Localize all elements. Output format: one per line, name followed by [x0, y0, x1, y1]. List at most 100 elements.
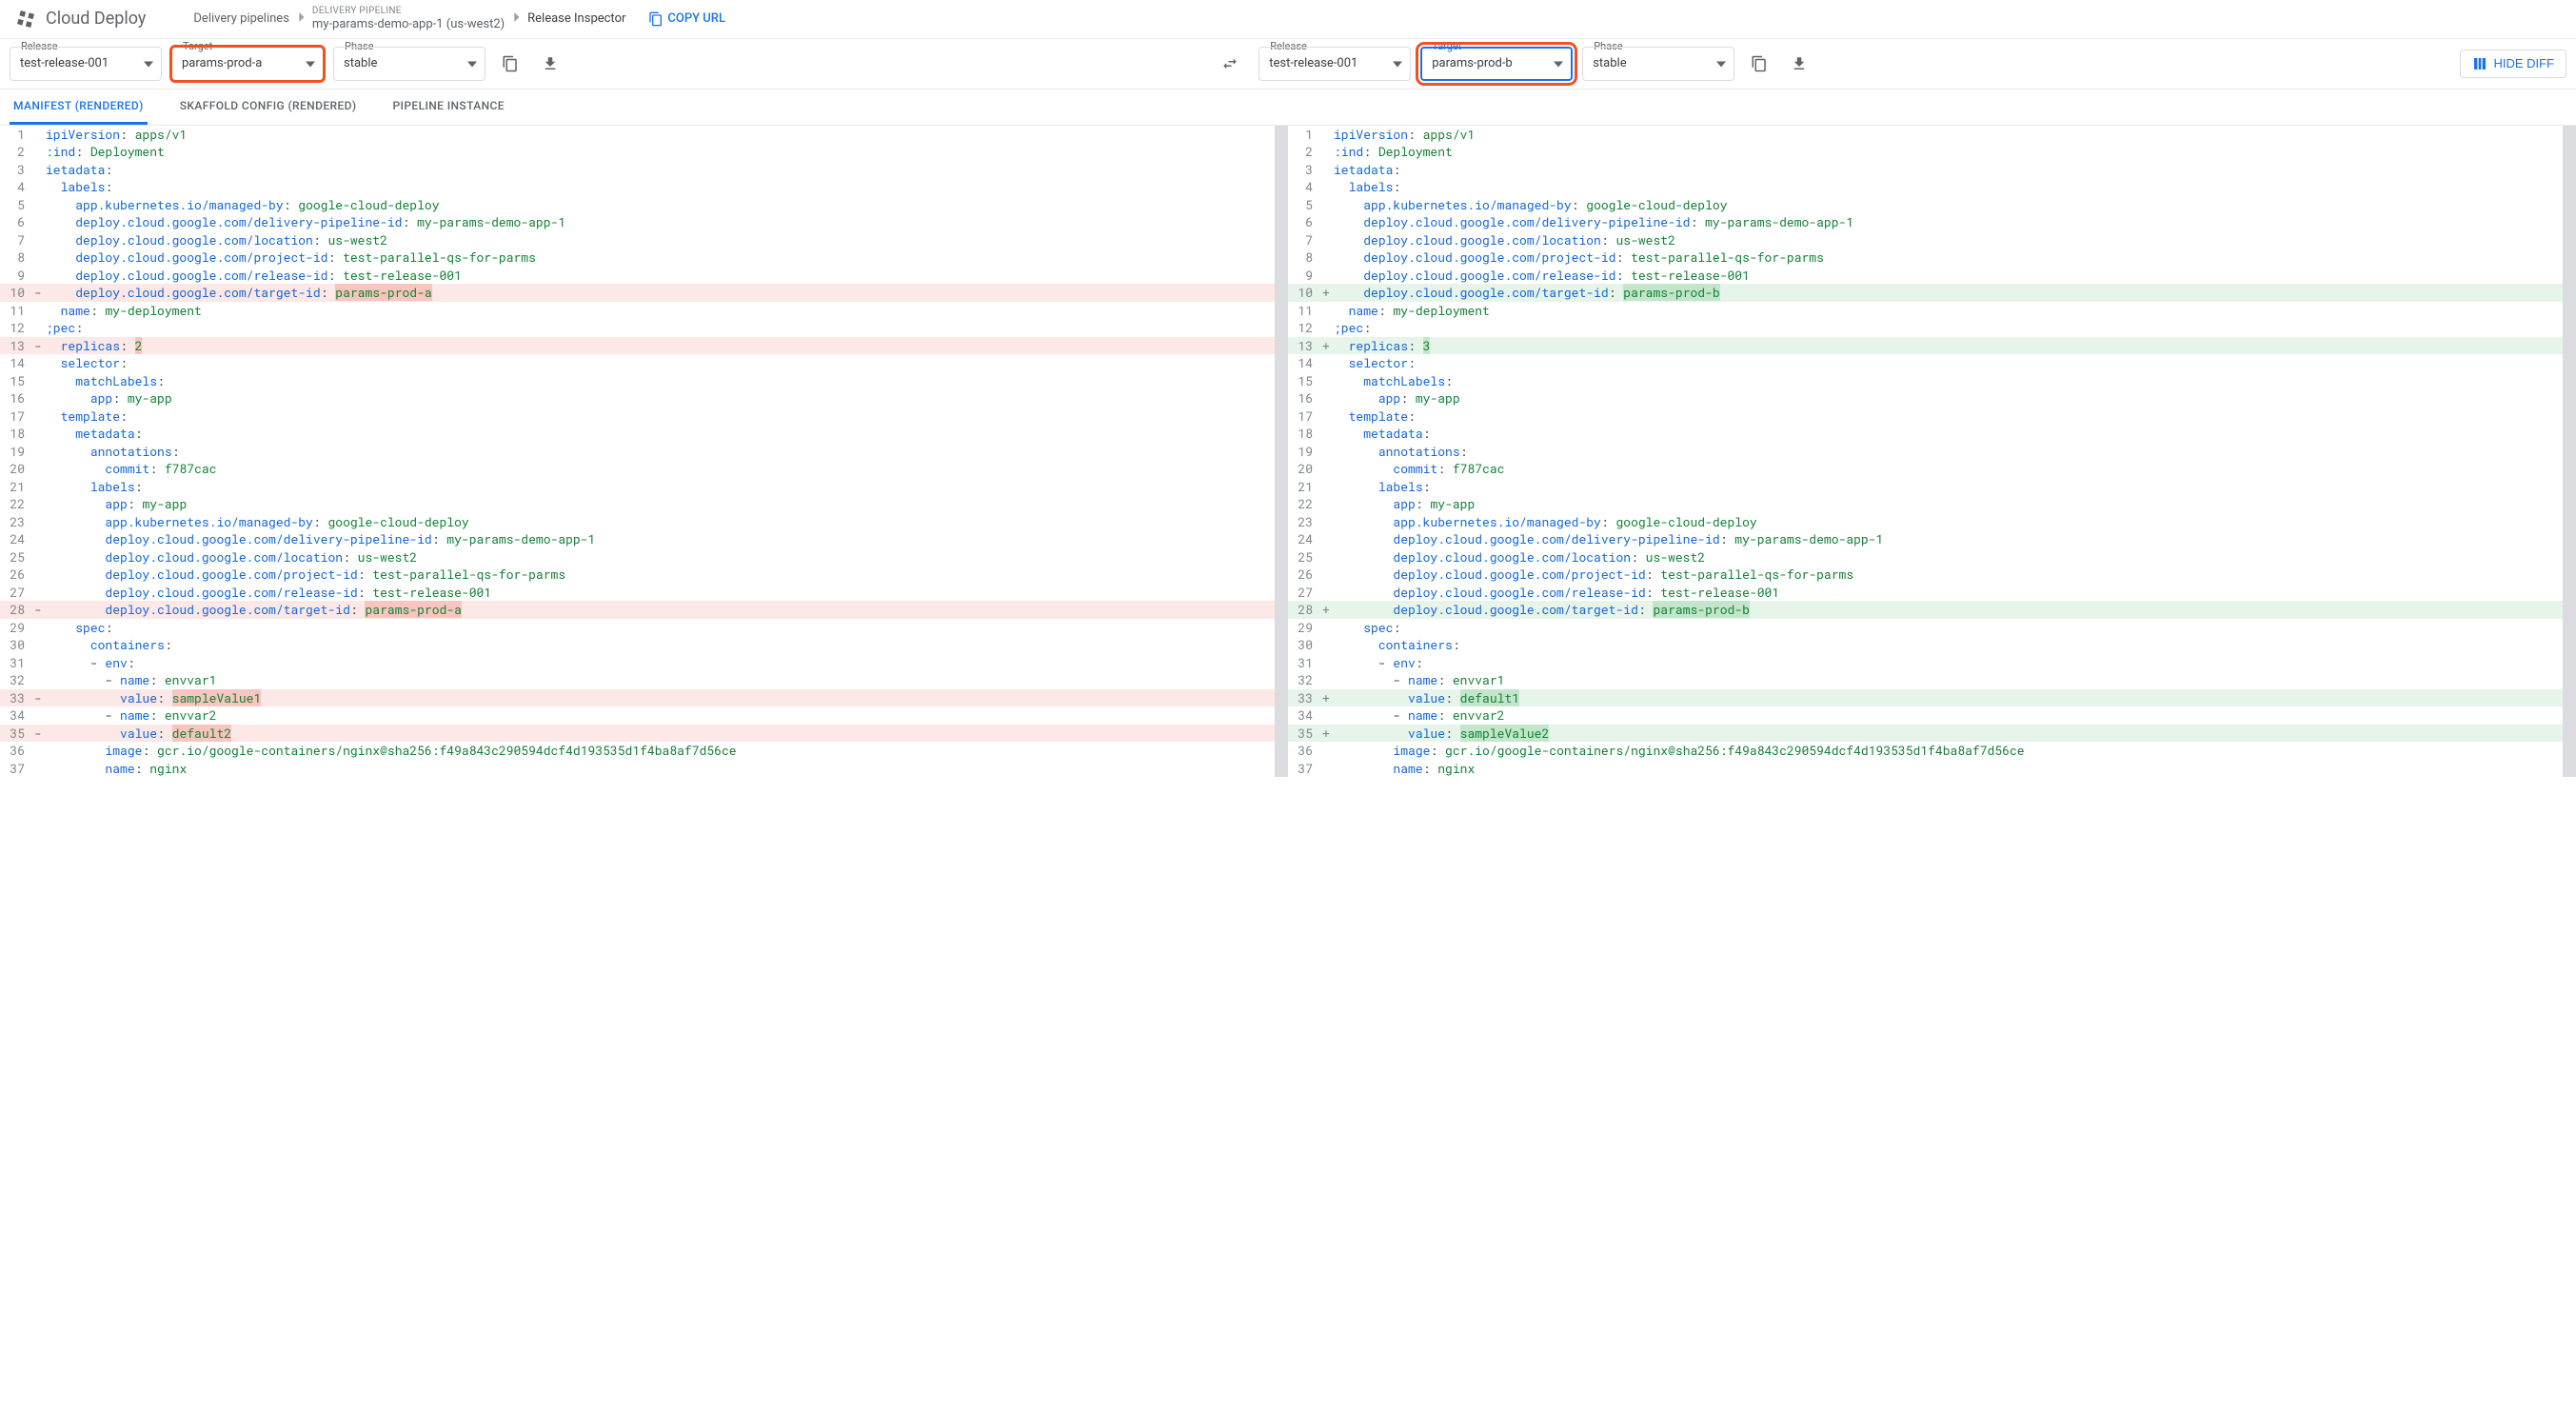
swap-sides-button[interactable]: [1215, 49, 1245, 79]
code-content: deploy.cloud.google.com/delivery-pipelin…: [1334, 530, 2576, 548]
code-content: selector:: [46, 354, 1288, 372]
gutter-mark: [34, 178, 46, 196]
gutter-mark: +: [1322, 725, 1334, 743]
code-content: labels:: [1334, 178, 2576, 196]
gutter-mark: [1322, 267, 1334, 285]
left-scroll-indicator[interactable]: [1275, 126, 1288, 778]
columns-icon: [2472, 56, 2487, 71]
hide-diff-button[interactable]: HIDE DIFF: [2460, 50, 2566, 78]
caret-down-icon: [306, 56, 315, 70]
gutter-mark: [34, 302, 46, 320]
left-target-select[interactable]: params-prod-a: [171, 47, 324, 81]
line-number: 7: [0, 231, 34, 249]
left-phase-value: stable: [344, 56, 377, 70]
right-release-select[interactable]: test-release-001: [1258, 47, 1411, 81]
gutter-mark: [34, 267, 46, 285]
line-number: 31: [1288, 654, 1322, 672]
right-diff-pane[interactable]: 1 ipiVersion: apps/v12 :ind: Deployment3…: [1288, 126, 2576, 778]
line-number: 2: [0, 143, 34, 161]
left-phase-select[interactable]: stable: [333, 47, 485, 81]
gutter-mark: [1322, 671, 1334, 689]
code-line: 7 deploy.cloud.google.com/location: us-w…: [0, 231, 1288, 249]
gutter-mark: [1322, 706, 1334, 725]
right-download-button[interactable]: [1784, 49, 1814, 79]
gutter-mark: [34, 372, 46, 390]
line-number: 20: [1288, 460, 1322, 478]
code-line: 4 labels:: [1288, 178, 2576, 196]
gutter-mark: [34, 513, 46, 531]
gutter-mark: [34, 407, 46, 426]
gutter-mark: [1322, 495, 1334, 513]
line-number: 27: [1288, 584, 1322, 602]
breadcrumb-pipeline[interactable]: DELIVERY PIPELINE my-params-demo-app-1 (…: [312, 6, 505, 32]
code-line: 3 ietadata:: [1288, 161, 2576, 179]
left-diff-pane[interactable]: 1 ipiVersion: apps/v12 :ind: Deployment3…: [0, 126, 1288, 778]
gutter-mark: [1322, 425, 1334, 443]
right-target-select[interactable]: params-prod-b: [1420, 47, 1573, 81]
left-release-select[interactable]: test-release-001: [10, 47, 162, 81]
line-number: 28: [0, 601, 34, 619]
line-number: 30: [1288, 636, 1322, 654]
line-number: 19: [1288, 443, 1322, 461]
line-number: 35: [0, 725, 34, 743]
left-copy-button[interactable]: [495, 49, 525, 79]
breadcrumb-pipeline-value: my-params-demo-app-1 (us-west2): [312, 17, 505, 32]
line-number: 5: [1288, 196, 1322, 214]
breadcrumb-current: Release Inspector: [527, 11, 625, 26]
code-content: ;pec:: [1334, 319, 2576, 337]
code-line: 12 ;pec:: [1288, 319, 2576, 337]
code-content: metadata:: [1334, 425, 2576, 443]
swap-horiz-icon: [1221, 55, 1238, 72]
code-line: 25 deploy.cloud.google.com/location: us-…: [0, 548, 1288, 566]
left-target-value: params-prod-a: [182, 56, 262, 70]
gutter-mark: [34, 619, 46, 637]
code-line: 6 deploy.cloud.google.com/delivery-pipel…: [0, 213, 1288, 231]
code-line: 3 ietadata:: [0, 161, 1288, 179]
left-download-button[interactable]: [535, 49, 565, 79]
code-line: 5 app.kubernetes.io/managed-by: google-c…: [0, 196, 1288, 214]
code-content: commit: f787cac: [46, 460, 1288, 478]
code-content: deploy.cloud.google.com/location: us-wes…: [1334, 231, 2576, 249]
line-number: 16: [0, 389, 34, 407]
tab-pipeline[interactable]: PIPELINE INSTANCE: [388, 89, 507, 125]
gutter-mark: [34, 495, 46, 513]
line-number: 15: [0, 372, 34, 390]
code-line: 23 app.kubernetes.io/managed-by: google-…: [1288, 513, 2576, 531]
gutter-mark: [1322, 372, 1334, 390]
caret-down-icon: [144, 56, 153, 70]
gutter-mark: [1322, 196, 1334, 214]
gutter-mark: [1322, 302, 1334, 320]
code-content: deploy.cloud.google.com/project-id: test…: [46, 248, 1288, 267]
right-scroll-indicator[interactable]: [2563, 126, 2576, 778]
line-number: 34: [1288, 706, 1322, 725]
gutter-mark: +: [1322, 337, 1334, 355]
copy-url-button[interactable]: COPY URL: [648, 11, 725, 27]
line-number: 18: [1288, 425, 1322, 443]
right-copy-button[interactable]: [1744, 49, 1774, 79]
tab-manifest[interactable]: MANIFEST (RENDERED): [10, 89, 148, 125]
gutter-mark: -: [34, 689, 46, 707]
line-number: 33: [0, 689, 34, 707]
gutter-mark: [34, 654, 46, 672]
gutter-mark: [34, 319, 46, 337]
code-line: 36 image: gcr.io/google-containers/nginx…: [0, 742, 1288, 760]
right-phase-field: Phase stable: [1582, 47, 1734, 81]
line-number: 6: [0, 213, 34, 231]
code-line: 20 commit: f787cac: [0, 460, 1288, 478]
code-line: 19 annotations:: [1288, 443, 2576, 461]
download-icon: [542, 55, 559, 72]
tab-skaffold[interactable]: SKAFFOLD CONFIG (RENDERED): [176, 89, 361, 125]
right-phase-select[interactable]: stable: [1582, 47, 1734, 81]
gutter-mark: -: [34, 284, 46, 302]
gutter-mark: [34, 742, 46, 760]
code-line: 29 spec:: [0, 619, 1288, 637]
app-title: Cloud Deploy: [46, 9, 146, 29]
code-line: 20 commit: f787cac: [1288, 460, 2576, 478]
code-line: 33+ value: default1: [1288, 689, 2576, 707]
line-number: 26: [0, 566, 34, 584]
code-content: name: my-deployment: [46, 302, 1288, 320]
code-content: app: my-app: [46, 389, 1288, 407]
gutter-mark: [34, 213, 46, 231]
code-content: deploy.cloud.google.com/release-id: test…: [46, 584, 1288, 602]
breadcrumb-root[interactable]: Delivery pipelines: [193, 11, 289, 26]
